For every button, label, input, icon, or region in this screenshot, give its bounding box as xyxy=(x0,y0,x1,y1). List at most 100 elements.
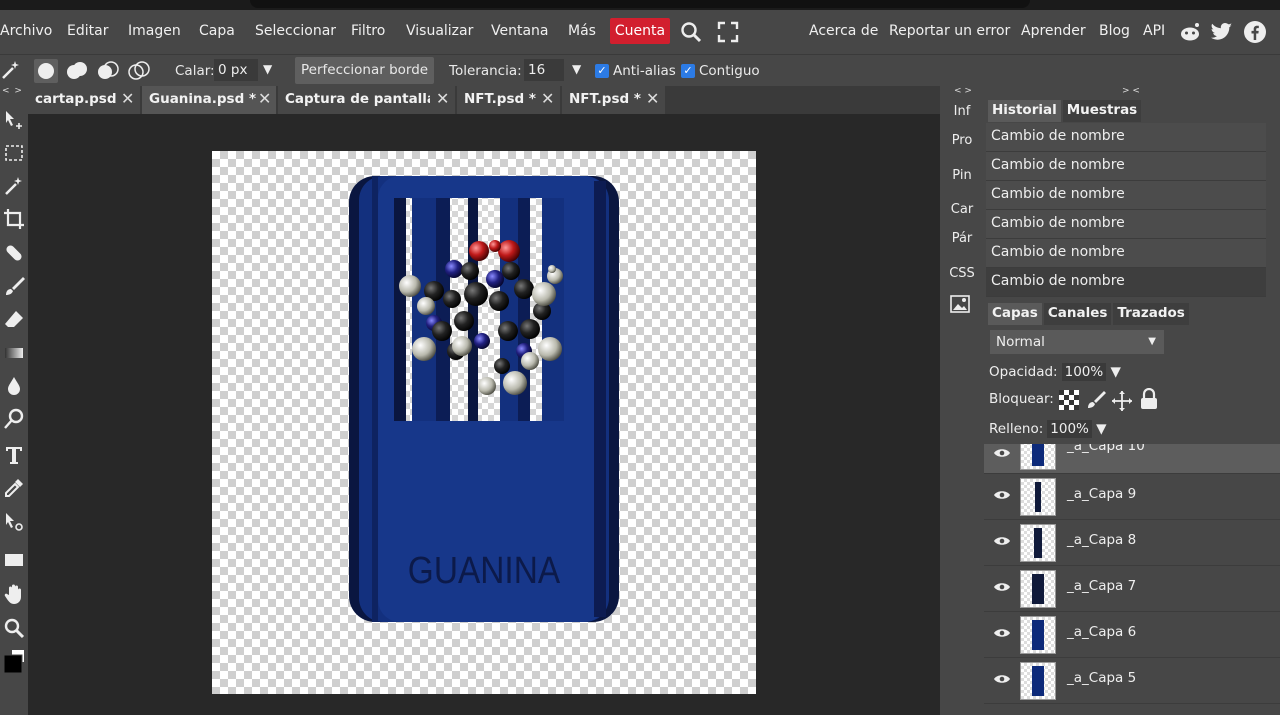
eraser-tool-icon[interactable] xyxy=(2,307,26,331)
tab-layers[interactable]: Capas xyxy=(988,303,1042,325)
feather-dropdown-icon[interactable]: ▼ xyxy=(263,62,272,76)
contiguous-checkbox[interactable]: ✓ xyxy=(681,64,695,78)
eye-icon[interactable] xyxy=(994,490,1010,500)
lock-all-icon[interactable] xyxy=(1139,388,1159,410)
tab-nft-2[interactable]: NFT.psd * ✕ xyxy=(562,86,665,114)
menu-filtro[interactable]: Filtro xyxy=(351,23,385,39)
eye-icon[interactable] xyxy=(994,628,1010,638)
account-button[interactable]: Cuenta xyxy=(610,18,670,44)
link-about[interactable]: Acerca de xyxy=(809,23,878,39)
gradient-tool-icon[interactable] xyxy=(2,341,26,365)
canvas-area[interactable]: GUANINA xyxy=(28,114,940,715)
link-learn[interactable]: Aprender xyxy=(1021,23,1086,39)
dodge-tool-icon[interactable] xyxy=(2,407,26,431)
history-item[interactable]: Cambio de nombre xyxy=(986,152,1266,181)
tab-guanina[interactable]: Guanina.psd * ✕ xyxy=(142,86,276,114)
mini-brush[interactable]: Pin xyxy=(940,168,984,183)
magic-wand-icon[interactable] xyxy=(0,59,22,81)
link-blog[interactable]: Blog xyxy=(1099,23,1130,39)
color-swatch-icon[interactable] xyxy=(2,650,26,676)
blend-mode-select[interactable]: Normal ▼ xyxy=(990,330,1164,354)
opacity-dropdown-icon[interactable]: ▼ xyxy=(1111,364,1121,380)
mini-paragraph[interactable]: Pár xyxy=(940,231,984,246)
menu-capa[interactable]: Capa xyxy=(199,23,235,39)
search-icon[interactable] xyxy=(679,20,703,44)
toolbar-collapse-icon[interactable]: < > xyxy=(2,86,23,96)
tab-channels[interactable]: Canales xyxy=(1043,303,1112,325)
history-item[interactable]: Cambio de nombre xyxy=(986,123,1266,152)
eyedropper-tool-icon[interactable] xyxy=(2,476,26,500)
fill-dropdown-icon[interactable]: ▼ xyxy=(1096,421,1106,437)
tab-swatches[interactable]: Muestras xyxy=(1062,100,1142,122)
tab-cartap[interactable]: cartap.psd ✕ xyxy=(28,86,140,114)
layer-row[interactable]: _a_Capa 10 xyxy=(984,444,1280,474)
menu-seleccionar[interactable]: Seleccionar xyxy=(255,23,336,39)
layer-row[interactable]: _a_Capa 8 xyxy=(984,520,1280,566)
rpanel-collapse-icon[interactable]: > < xyxy=(1122,86,1140,96)
tolerance-dropdown-icon[interactable]: ▼ xyxy=(572,62,581,76)
tab-paths[interactable]: Trazados xyxy=(1113,303,1189,325)
layer-row[interactable]: _a_Capa 6 xyxy=(984,612,1280,658)
document-canvas[interactable]: GUANINA xyxy=(212,151,756,694)
path-select-tool-icon[interactable] xyxy=(2,510,26,534)
marquee-tool-icon[interactable] xyxy=(2,141,26,165)
feather-input[interactable]: 0 px xyxy=(214,59,258,81)
twitter-icon[interactable] xyxy=(1210,20,1234,44)
history-item[interactable]: Cambio de nombre xyxy=(986,181,1266,210)
crop-tool-icon[interactable] xyxy=(2,207,26,231)
mini-info[interactable]: Inf xyxy=(940,104,984,119)
wand-tool-icon[interactable] xyxy=(2,174,26,198)
fill-input[interactable]: 100% xyxy=(1047,420,1092,438)
menu-imagen[interactable]: Imagen xyxy=(128,23,181,39)
menu-editar[interactable]: Editar xyxy=(67,23,108,39)
tab-close-icon[interactable]: ✕ xyxy=(541,86,554,112)
zoom-tool-icon[interactable] xyxy=(2,616,26,640)
brush-tool-icon[interactable] xyxy=(2,274,26,298)
hand-tool-icon[interactable] xyxy=(2,582,26,606)
menu-visualizar[interactable]: Visualizar xyxy=(406,23,473,39)
eye-icon[interactable] xyxy=(994,582,1010,592)
eye-icon[interactable] xyxy=(994,674,1010,684)
history-item[interactable]: Cambio de nombre xyxy=(986,268,1266,297)
facebook-icon[interactable] xyxy=(1243,20,1267,44)
image-icon[interactable] xyxy=(950,295,970,313)
history-item[interactable]: Cambio de nombre xyxy=(986,239,1266,268)
move-tool-icon[interactable] xyxy=(2,108,26,132)
lock-paint-icon[interactable] xyxy=(1086,390,1106,410)
tab-captura[interactable]: Captura de pantalla ✕ xyxy=(278,86,455,114)
history-item[interactable]: Cambio de nombre xyxy=(986,210,1266,239)
selection-add-icon[interactable] xyxy=(65,59,89,83)
mini-character[interactable]: Car xyxy=(940,202,984,217)
tab-nft-1[interactable]: NFT.psd * ✕ xyxy=(457,86,560,114)
eye-icon[interactable] xyxy=(994,448,1010,458)
tab-close-icon[interactable]: ✕ xyxy=(436,86,449,112)
tab-close-icon[interactable]: ✕ xyxy=(121,86,134,112)
layer-row[interactable]: _a_Capa 5 xyxy=(984,658,1280,704)
eye-icon[interactable] xyxy=(994,536,1010,546)
healing-tool-icon[interactable] xyxy=(2,241,26,265)
shape-tool-icon[interactable] xyxy=(2,548,26,572)
tab-close-icon[interactable]: ✕ xyxy=(258,86,271,112)
tab-close-icon[interactable]: ✕ xyxy=(646,86,659,112)
refine-edge-button[interactable]: Perfeccionar borde xyxy=(295,57,435,84)
menu-archivo[interactable]: Archivo xyxy=(0,23,52,39)
fullscreen-icon[interactable] xyxy=(716,20,740,44)
link-report-bug[interactable]: Reportar un error xyxy=(889,23,1010,39)
opacity-input[interactable]: 100% xyxy=(1061,363,1107,381)
selection-intersect-icon[interactable] xyxy=(127,59,151,83)
tab-history[interactable]: Historial xyxy=(988,100,1061,122)
mini-css[interactable]: CSS xyxy=(940,266,984,281)
menu-ventana[interactable]: Ventana xyxy=(491,23,549,39)
blur-tool-icon[interactable] xyxy=(2,374,26,398)
lock-transparency-icon[interactable] xyxy=(1059,390,1079,410)
address-bar[interactable] xyxy=(250,0,1030,8)
antialias-checkbox[interactable]: ✓ xyxy=(595,64,609,78)
link-api[interactable]: API xyxy=(1143,23,1165,39)
selection-subtract-icon[interactable] xyxy=(96,59,120,83)
menu-mas[interactable]: Más xyxy=(568,23,596,39)
text-tool-icon[interactable] xyxy=(2,443,26,467)
layer-row[interactable]: _a_Capa 7 xyxy=(984,566,1280,612)
tolerance-input[interactable]: 16 xyxy=(524,59,564,81)
lock-move-icon[interactable] xyxy=(1111,390,1133,412)
layer-row[interactable]: _a_Capa 9 xyxy=(984,474,1280,520)
